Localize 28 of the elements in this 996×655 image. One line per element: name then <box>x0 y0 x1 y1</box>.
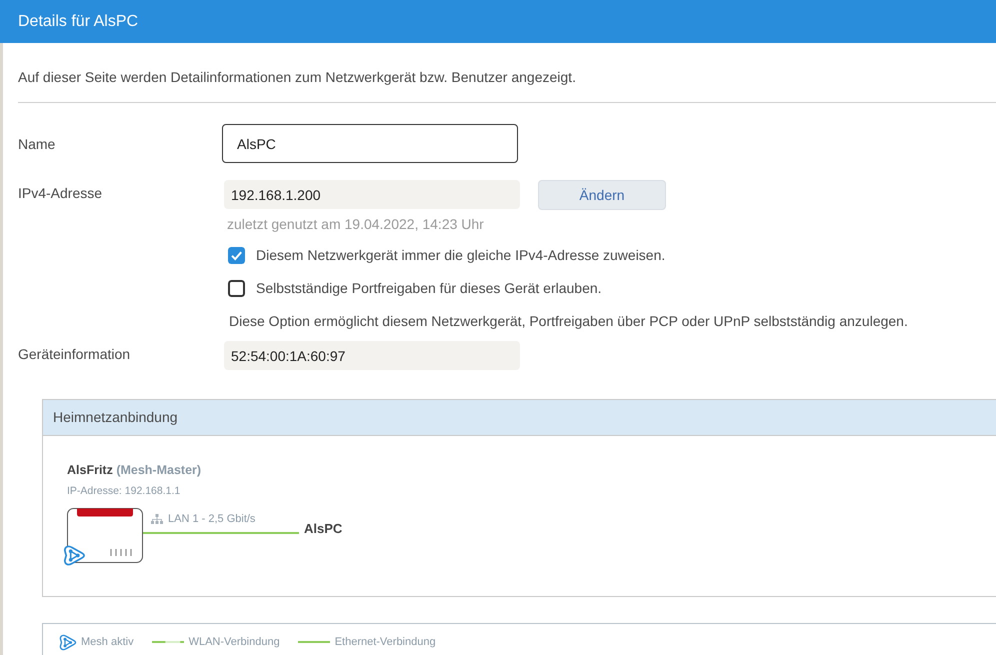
page-title: Details für AlsPC <box>18 12 138 32</box>
checkbox-label[interactable]: Diesem Netzwerkgerät immer die gleiche IPv4-Adresse zuweisen. <box>256 245 666 266</box>
field-label: Geräteinformation <box>18 345 132 364</box>
device-info-field[interactable]: 52:54:00:1A:60:97 <box>224 341 520 370</box>
legend-label: WLAN-Verbindung <box>188 634 280 650</box>
last-used-text: zuletzt genutzt am 19.04.2022, 14:23 Uhr <box>227 215 484 234</box>
router-name: AlsFritz (Mesh-Master) <box>67 462 202 478</box>
mesh-icon <box>59 634 77 650</box>
network-icon <box>151 514 163 524</box>
router-ip-address: IP-Adresse: 192.168.1.1 <box>67 484 180 498</box>
name-field[interactable]: AlsPC <box>222 124 518 163</box>
legend-label: Ethernet-Verbindung <box>334 634 436 650</box>
wlan-line-icon <box>152 641 184 643</box>
option-hint: Diese Option ermöglicht diesem Netzwerkgerät, Portfreigaben über PCP oder UPnP selbstständig anzulegen. <box>229 312 908 331</box>
field-label: Name <box>18 134 56 154</box>
change-button[interactable]: Ändern <box>538 180 666 210</box>
checkbox[interactable] <box>228 280 245 297</box>
page-description: Auf dieser Seite werden Detailinformationen zum Netzwerkgerät bzw. Benutzer angezeigt. <box>18 68 576 87</box>
mesh-icon <box>63 545 86 566</box>
field-label: IPv4-Adresse <box>18 184 104 203</box>
panel-title: Heimnetzanbindung <box>53 409 178 426</box>
ethernet-line-icon <box>298 641 330 643</box>
checkbox[interactable] <box>228 247 245 264</box>
legend-label: Mesh aktiv <box>81 634 134 650</box>
link-label: LAN 1 - 2,5 Gbit/s <box>168 512 256 527</box>
device-name: AlsPC <box>304 521 342 537</box>
ip-address-field[interactable]: 192.168.1.200 <box>224 180 520 209</box>
checkbox-label[interactable]: Selbstständige Portfreigaben für dieses Gerät erlauben. <box>256 278 602 299</box>
